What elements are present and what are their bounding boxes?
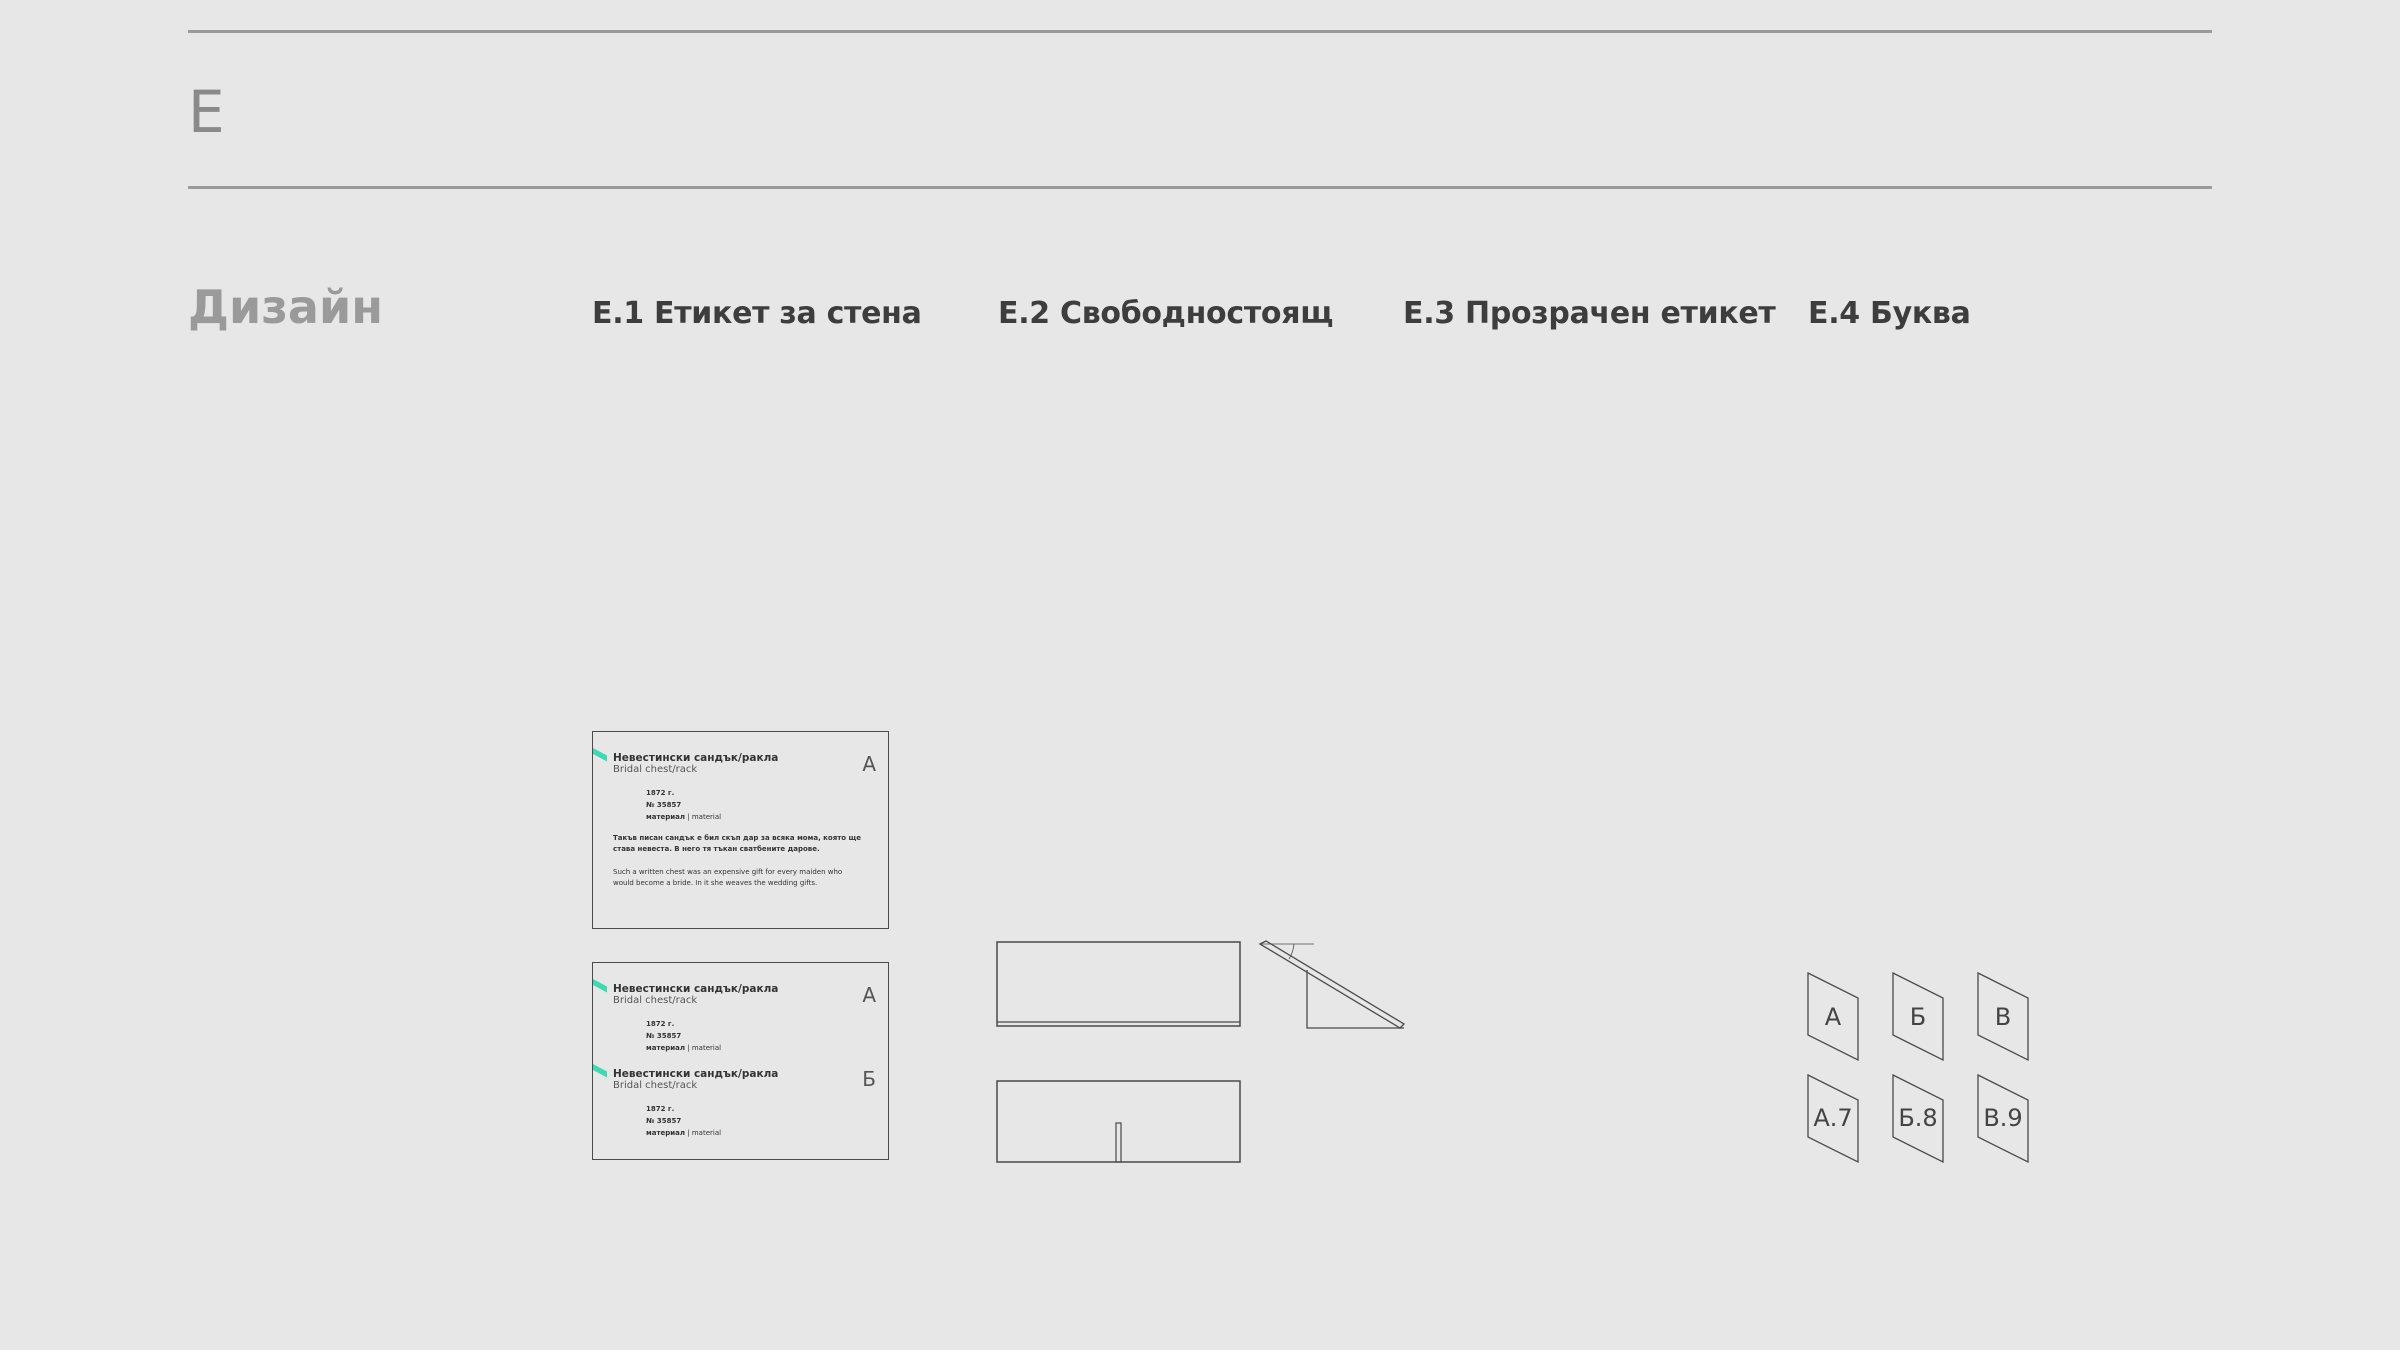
card-title-en: Bridal chest/rack	[613, 764, 698, 775]
letter-badge-a7: А.7	[1807, 1073, 1859, 1164]
card-title-en: Bridal chest/rack	[613, 995, 698, 1006]
section-letter: Е	[188, 78, 225, 146]
card-title-bg: Невестински сандък/ракла	[613, 752, 779, 764]
card-meta: 1872 г. № 35857 материал | material	[646, 1103, 721, 1139]
card-letter: А	[862, 752, 876, 776]
card-description-en: Such a written chest was an expensive gi…	[613, 868, 843, 887]
card-material-en: material	[691, 813, 722, 821]
card-description-bg: Такъв писан сандък е бил скъп дар за вся…	[613, 834, 862, 853]
letter-badge-b8: Б.8	[1892, 1073, 1944, 1164]
card-number: № 35857	[646, 801, 682, 809]
freestanding-label-side-drawing	[1258, 940, 1406, 1029]
letter-badge-v9: В.9	[1977, 1073, 2029, 1164]
card-year: 1872 г.	[646, 1105, 675, 1113]
card-title-bg: Невестински сандък/ракла	[613, 983, 779, 995]
card-material-bg: материал	[646, 1129, 686, 1137]
card-title-bg: Невестински сандък/ракла	[613, 1068, 779, 1080]
column-title-transparent-label: Е.3 Прозрачен етикет	[1403, 296, 1776, 331]
card-material-sep: |	[685, 1129, 692, 1137]
accent-mark	[593, 1064, 607, 1078]
card-meta: 1872 г. № 35857 материал | material	[646, 787, 721, 823]
accent-mark	[593, 748, 607, 762]
letter-badges-drawing: А Б В А.7 Б.8 В.9	[1807, 971, 2029, 1164]
card-title-en: Bridal chest/rack	[613, 1080, 698, 1091]
freestanding-label-front-drawing	[996, 941, 1241, 1027]
card-year: 1872 г.	[646, 789, 675, 797]
header-rule	[188, 186, 2212, 189]
wall-label-card-single: Невестински сандък/ракла Bridal chest/ra…	[592, 731, 889, 929]
top-rule	[188, 30, 2212, 33]
card-material-sep: |	[685, 1044, 692, 1052]
letter-badge-a: А	[1807, 971, 1859, 1062]
badge-label: Б.8	[1898, 1104, 1937, 1132]
letter-badge-v: В	[1977, 971, 2029, 1062]
badge-label: Б	[1910, 1003, 1926, 1031]
letter-badge-b: Б	[1892, 971, 1944, 1062]
badge-label: В.9	[1983, 1104, 2022, 1132]
column-title-wall-label: Е.1 Етикет за стена	[592, 296, 922, 331]
card-year: 1872 г.	[646, 1020, 675, 1028]
card-letter: А	[862, 983, 876, 1007]
card-material-bg: материал	[646, 813, 686, 821]
accent-mark	[593, 979, 607, 993]
badge-label: А.7	[1813, 1104, 1852, 1132]
freestanding-label-back-drawing	[996, 1080, 1241, 1163]
card-number: № 35857	[646, 1117, 682, 1125]
badge-label: В	[1995, 1003, 2011, 1031]
card-material-en: material	[691, 1044, 722, 1052]
design-title: Дизайн	[188, 280, 383, 334]
card-material-sep: |	[685, 813, 692, 821]
card-material-en: material	[691, 1129, 722, 1137]
card-material-bg: материал	[646, 1044, 686, 1052]
column-title-letter: Е.4 Буква	[1808, 296, 1971, 331]
column-title-freestanding: Е.2 Свободностоящ	[998, 296, 1334, 331]
wall-label-card-double: Невестински сандък/ракла Bridal chest/ra…	[592, 962, 889, 1160]
card-letter: Б	[862, 1067, 876, 1091]
card-number: № 35857	[646, 1032, 682, 1040]
badge-label: А	[1825, 1003, 1842, 1031]
card-meta: 1872 г. № 35857 материал | material	[646, 1018, 721, 1054]
